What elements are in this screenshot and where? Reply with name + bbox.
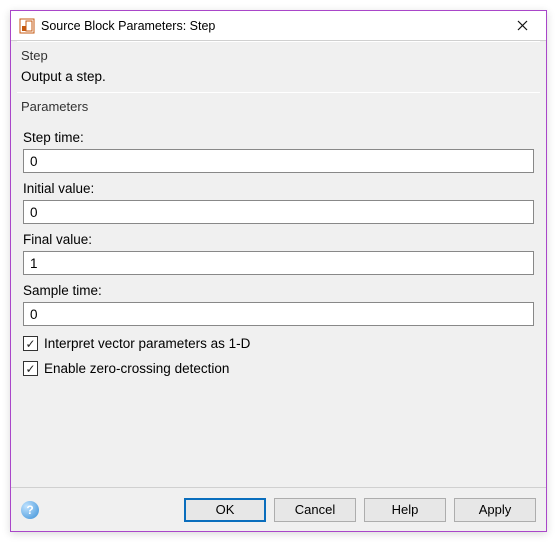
help-button[interactable]: Help — [364, 498, 446, 522]
help-icon[interactable]: ? — [21, 501, 39, 519]
initial-value-label: Initial value: — [23, 181, 534, 196]
content-area: Step Output a step. Parameters Step time… — [11, 41, 546, 487]
apply-button[interactable]: Apply — [454, 498, 536, 522]
parameters-group: Step time: Initial value: Final value: S… — [17, 118, 540, 376]
question-icon: ? — [26, 503, 33, 517]
app-icon — [19, 18, 35, 34]
window-title: Source Block Parameters: Step — [41, 19, 502, 33]
block-description: Output a step. — [17, 67, 540, 92]
parameters-label: Parameters — [17, 93, 540, 118]
zero-crossing-label: Enable zero-crossing detection — [44, 361, 229, 376]
sample-time-label: Sample time: — [23, 283, 534, 298]
initial-value-input[interactable] — [23, 200, 534, 224]
close-icon — [517, 18, 528, 34]
step-time-input[interactable] — [23, 149, 534, 173]
final-value-input[interactable] — [23, 251, 534, 275]
cancel-button[interactable]: Cancel — [274, 498, 356, 522]
zero-crossing-checkbox[interactable]: ✓ — [23, 361, 38, 376]
block-name: Step — [17, 42, 540, 67]
close-button[interactable] — [502, 11, 542, 41]
dialog-window: Source Block Parameters: Step Step Outpu… — [10, 10, 547, 532]
interpret-vector-checkbox[interactable]: ✓ — [23, 336, 38, 351]
final-value-label: Final value: — [23, 232, 534, 247]
interpret-vector-label: Interpret vector parameters as 1-D — [44, 336, 250, 351]
button-bar: ? OK Cancel Help Apply — [11, 487, 546, 531]
check-icon: ✓ — [25, 338, 35, 350]
sample-time-input[interactable] — [23, 302, 534, 326]
step-time-label: Step time: — [23, 130, 534, 145]
interpret-vector-row: ✓ Interpret vector parameters as 1-D — [23, 336, 534, 351]
ok-button[interactable]: OK — [184, 498, 266, 522]
zero-crossing-row: ✓ Enable zero-crossing detection — [23, 361, 534, 376]
check-icon: ✓ — [25, 363, 35, 375]
titlebar: Source Block Parameters: Step — [11, 11, 546, 41]
